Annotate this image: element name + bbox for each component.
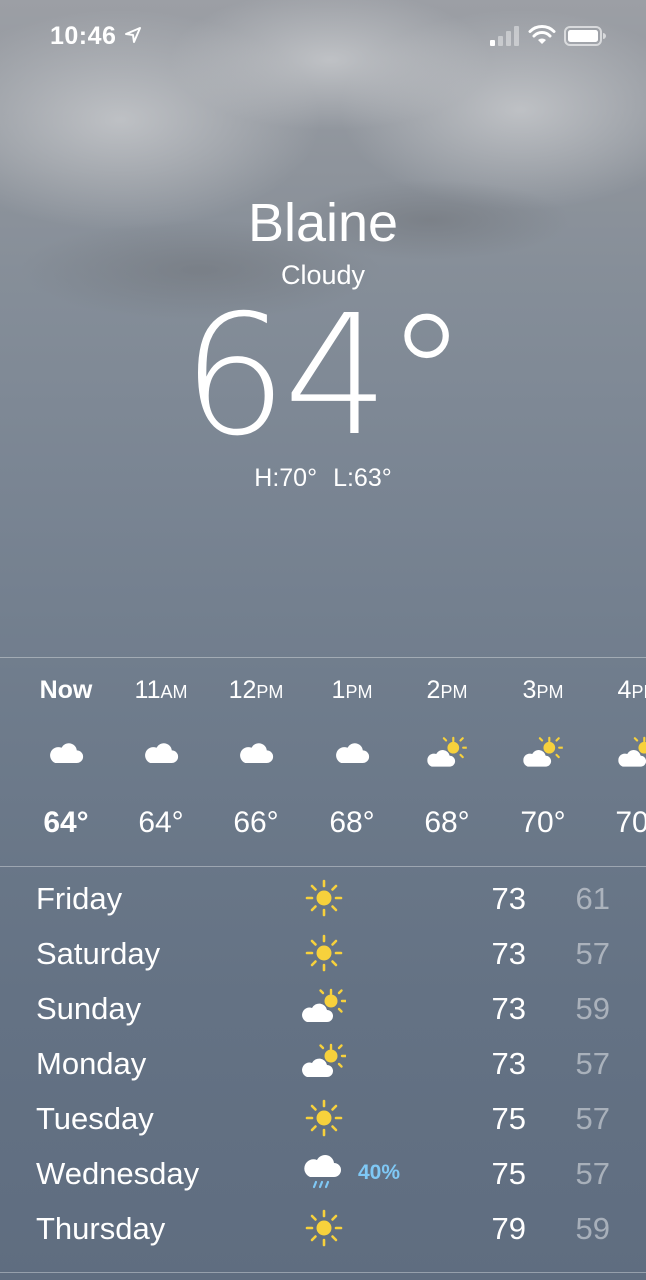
daily-row: Sunday 73 59 — [0, 982, 646, 1037]
high-low: H:70° L:63° — [0, 464, 646, 493]
wifi-icon — [528, 25, 556, 44]
day-low: 57 — [575, 1101, 610, 1136]
day-high: 73 — [491, 881, 526, 916]
day-low: 59 — [575, 991, 610, 1026]
hour-label: 11AM — [134, 676, 188, 704]
day-name: Friday — [36, 881, 123, 916]
hourly-item: 1PM 68° — [302, 658, 402, 866]
battery-icon — [564, 26, 606, 46]
daily-row: Tuesday 75 57 — [0, 1092, 646, 1147]
hour-temperature: 64° — [43, 806, 89, 839]
partly-sunny-icon — [523, 736, 563, 772]
hourly-item: Now 64° — [16, 658, 116, 866]
daily-row: Thursday 79 59 — [0, 1202, 646, 1257]
hourly-item: 4PM 70° — [588, 658, 646, 866]
hourly-item: 11AM 64° — [111, 658, 211, 866]
sun-icon — [302, 1208, 346, 1248]
cloud-icon — [141, 736, 181, 772]
hour-temperature: 66° — [233, 806, 279, 839]
cloud-icon — [46, 736, 86, 772]
partly-sunny-icon — [302, 1043, 346, 1083]
day-high: 73 — [491, 936, 526, 971]
day-name: Wednesday — [36, 1156, 200, 1191]
partly-sunny-icon — [427, 736, 467, 772]
day-name: Saturday — [36, 936, 161, 971]
day-name: Tuesday — [36, 1101, 154, 1136]
sun-icon — [302, 1098, 346, 1138]
hour-temperature: 68° — [424, 806, 470, 839]
hourly-item: 2PM 68° — [397, 658, 497, 866]
precipitation-chance: 40% — [358, 1161, 401, 1184]
high-temperature: H:70° — [254, 464, 318, 492]
hour-temperature: 64° — [138, 806, 184, 839]
partly-sunny-icon — [618, 736, 646, 772]
day-high: 75 — [491, 1156, 526, 1191]
hourly-item: 3PM 70° — [493, 658, 593, 866]
daily-row: Saturday 73 57 — [0, 927, 646, 982]
status-time: 10:46 — [50, 22, 117, 50]
cloud-icon — [332, 736, 372, 772]
daily-row: Friday 73 61 — [0, 872, 646, 927]
hour-label: 1PM — [331, 676, 373, 704]
day-low: 61 — [575, 881, 610, 916]
cellular-signal-icon — [490, 26, 519, 46]
location-arrow-icon — [125, 27, 141, 43]
hour-temperature: 68° — [329, 806, 375, 839]
divider — [0, 1272, 646, 1273]
daily-row: Monday 73 57 — [0, 1037, 646, 1092]
day-high: 79 — [491, 1211, 526, 1246]
status-bar: 10:46 — [0, 0, 646, 70]
day-name: Monday — [36, 1046, 147, 1081]
day-low: 59 — [575, 1211, 610, 1246]
day-high: 75 — [491, 1101, 526, 1136]
sun-icon — [302, 878, 346, 918]
day-low: 57 — [575, 1046, 610, 1081]
daily-row: Wednesday 40% 75 57 — [0, 1147, 646, 1202]
city-name: Blaine — [247, 193, 399, 253]
divider — [0, 866, 646, 867]
hourly-item: 12PM 66° — [206, 658, 306, 866]
day-high: 73 — [491, 991, 526, 1026]
current-temperature: 64° — [181, 280, 468, 473]
hour-label: Now — [39, 676, 93, 704]
day-high: 73 — [491, 1046, 526, 1081]
partly-sunny-icon — [302, 988, 346, 1028]
low-temperature: L:63° — [333, 464, 392, 492]
hour-temperature: 70° — [520, 806, 566, 839]
rain-icon — [302, 1153, 346, 1193]
day-low: 57 — [575, 1156, 610, 1191]
sun-icon — [302, 933, 346, 973]
day-name: Thursday — [36, 1211, 166, 1246]
day-name: Sunday — [36, 991, 142, 1026]
hour-label: 4PM — [617, 676, 646, 704]
cloud-icon — [236, 736, 276, 772]
hourly-forecast[interactable]: Now 64° 11AM 64° 12PM 66° 1PM 68° 2PM 68° 3PM 70° 4P… — [0, 658, 646, 866]
hour-label: 12PM — [228, 676, 284, 704]
hour-temperature: 70° — [615, 806, 646, 839]
day-low: 57 — [575, 936, 610, 971]
hour-label: 3PM — [522, 676, 564, 704]
hour-label: 2PM — [426, 676, 468, 704]
